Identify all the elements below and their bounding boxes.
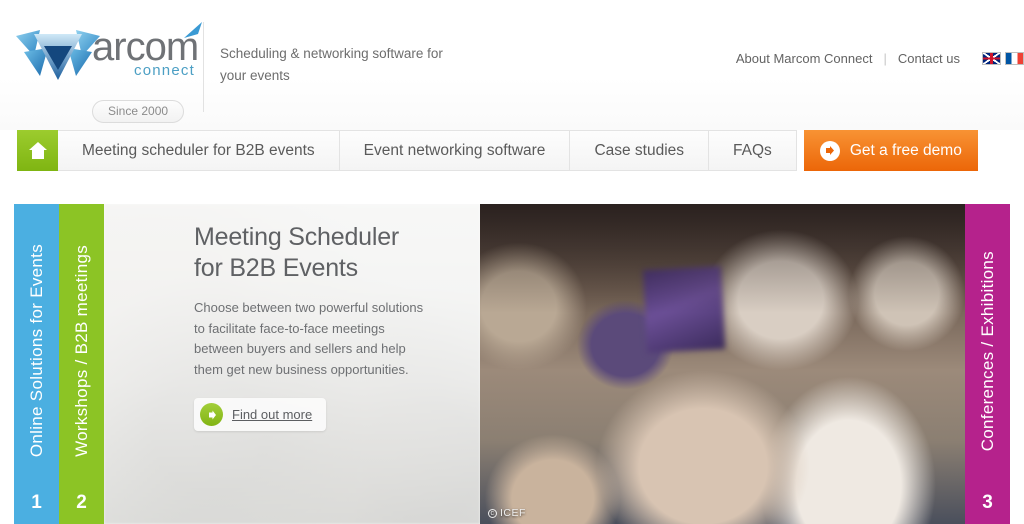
since-badge: Since 2000 <box>92 100 185 123</box>
nav-tab-label: FAQs <box>733 141 772 159</box>
site-header: arcom connect Since 2000 Scheduling & ne… <box>0 0 1024 130</box>
logo-row: arcom connect <box>14 22 202 84</box>
home-button[interactable] <box>17 130 58 171</box>
topnav-contact-link[interactable]: Contact us <box>898 51 960 66</box>
nav-tab-meeting-scheduler[interactable]: Meeting scheduler for B2B events <box>58 131 340 170</box>
get-free-demo-label: Get a free demo <box>849 141 962 159</box>
hero-photo-top-shade <box>480 204 965 313</box>
hero-tab-number: 2 <box>76 492 87 513</box>
find-out-more-label: Find out more <box>232 407 313 422</box>
hero-tab-label: Online Solutions for Events <box>26 244 46 458</box>
copyright-icon: c <box>488 508 497 518</box>
logo-subword: connect <box>134 62 195 79</box>
get-free-demo-button[interactable]: Get a free demo <box>803 130 978 171</box>
hero-tab-online-solutions[interactable]: Online Solutions for Events 1 <box>14 204 59 524</box>
header-divider <box>203 22 204 112</box>
hero-content: Meeting Scheduler for B2B Events Choose … <box>104 204 965 524</box>
photo-credit-label: ICEF <box>500 507 526 519</box>
photo-credit: c ICEF <box>488 507 526 519</box>
flag-fr-icon[interactable] <box>1005 52 1024 65</box>
hero-tab-number: 3 <box>982 492 993 513</box>
language-flags <box>982 52 1024 65</box>
nav-tab-label: Event networking software <box>363 141 546 159</box>
tagline: Scheduling & networking software for you… <box>220 46 443 83</box>
top-navigation: About Marcom Connect | Contact us <box>736 51 1024 66</box>
hero-tab-label: Workshops / B2B meetings <box>71 245 91 457</box>
nav-tab-label: Meeting scheduler for B2B events <box>82 141 315 159</box>
home-icon <box>28 142 47 159</box>
flag-uk-icon[interactable] <box>982 52 1001 65</box>
main-navigation: Meeting scheduler for B2B events Event n… <box>0 130 1024 204</box>
arrow-right-circle-icon <box>200 403 223 426</box>
topnav-about-link[interactable]: About Marcom Connect <box>736 51 873 66</box>
nav-tab-case-studies[interactable]: Case studies <box>570 131 710 170</box>
hero-heading: Meeting Scheduler for B2B Events <box>194 223 400 282</box>
logo[interactable]: arcom connect Since 2000 <box>14 22 202 123</box>
topnav-separator: | <box>883 51 887 66</box>
hero-tab-number: 1 <box>31 492 42 513</box>
hero-text-block: Meeting Scheduler for B2B Events Choose … <box>104 204 426 431</box>
hero-paragraph: Choose between two powerful solutions to… <box>194 300 424 377</box>
nav-tab-event-networking[interactable]: Event networking software <box>340 131 571 170</box>
main-navigation-inner: Meeting scheduler for B2B events Event n… <box>17 130 978 173</box>
nav-tab-label: Case studies <box>594 141 685 159</box>
arrow-right-circle-icon <box>819 140 840 161</box>
nav-tab-faqs[interactable]: FAQs <box>709 131 796 170</box>
hero-event-photo: c ICEF <box>480 204 965 524</box>
hero-tab-workshops-b2b[interactable]: Workshops / B2B meetings 2 <box>59 204 130 524</box>
logo-swoosh-icon <box>184 22 202 38</box>
nav-tab-list: Meeting scheduler for B2B events Event n… <box>58 130 797 171</box>
marcom-m-logo-icon <box>16 30 100 80</box>
hero-tab-conferences-exhibitions[interactable]: Conferences / Exhibitions 3 <box>965 204 1010 524</box>
find-out-more-button[interactable]: Find out more <box>194 398 327 431</box>
hero-banner: Online Solutions for Events 1 Workshops … <box>14 204 1010 524</box>
hero-text-panel: Meeting Scheduler for B2B Events Choose … <box>104 204 480 524</box>
hero-tab-label: Conferences / Exhibitions <box>977 250 997 452</box>
